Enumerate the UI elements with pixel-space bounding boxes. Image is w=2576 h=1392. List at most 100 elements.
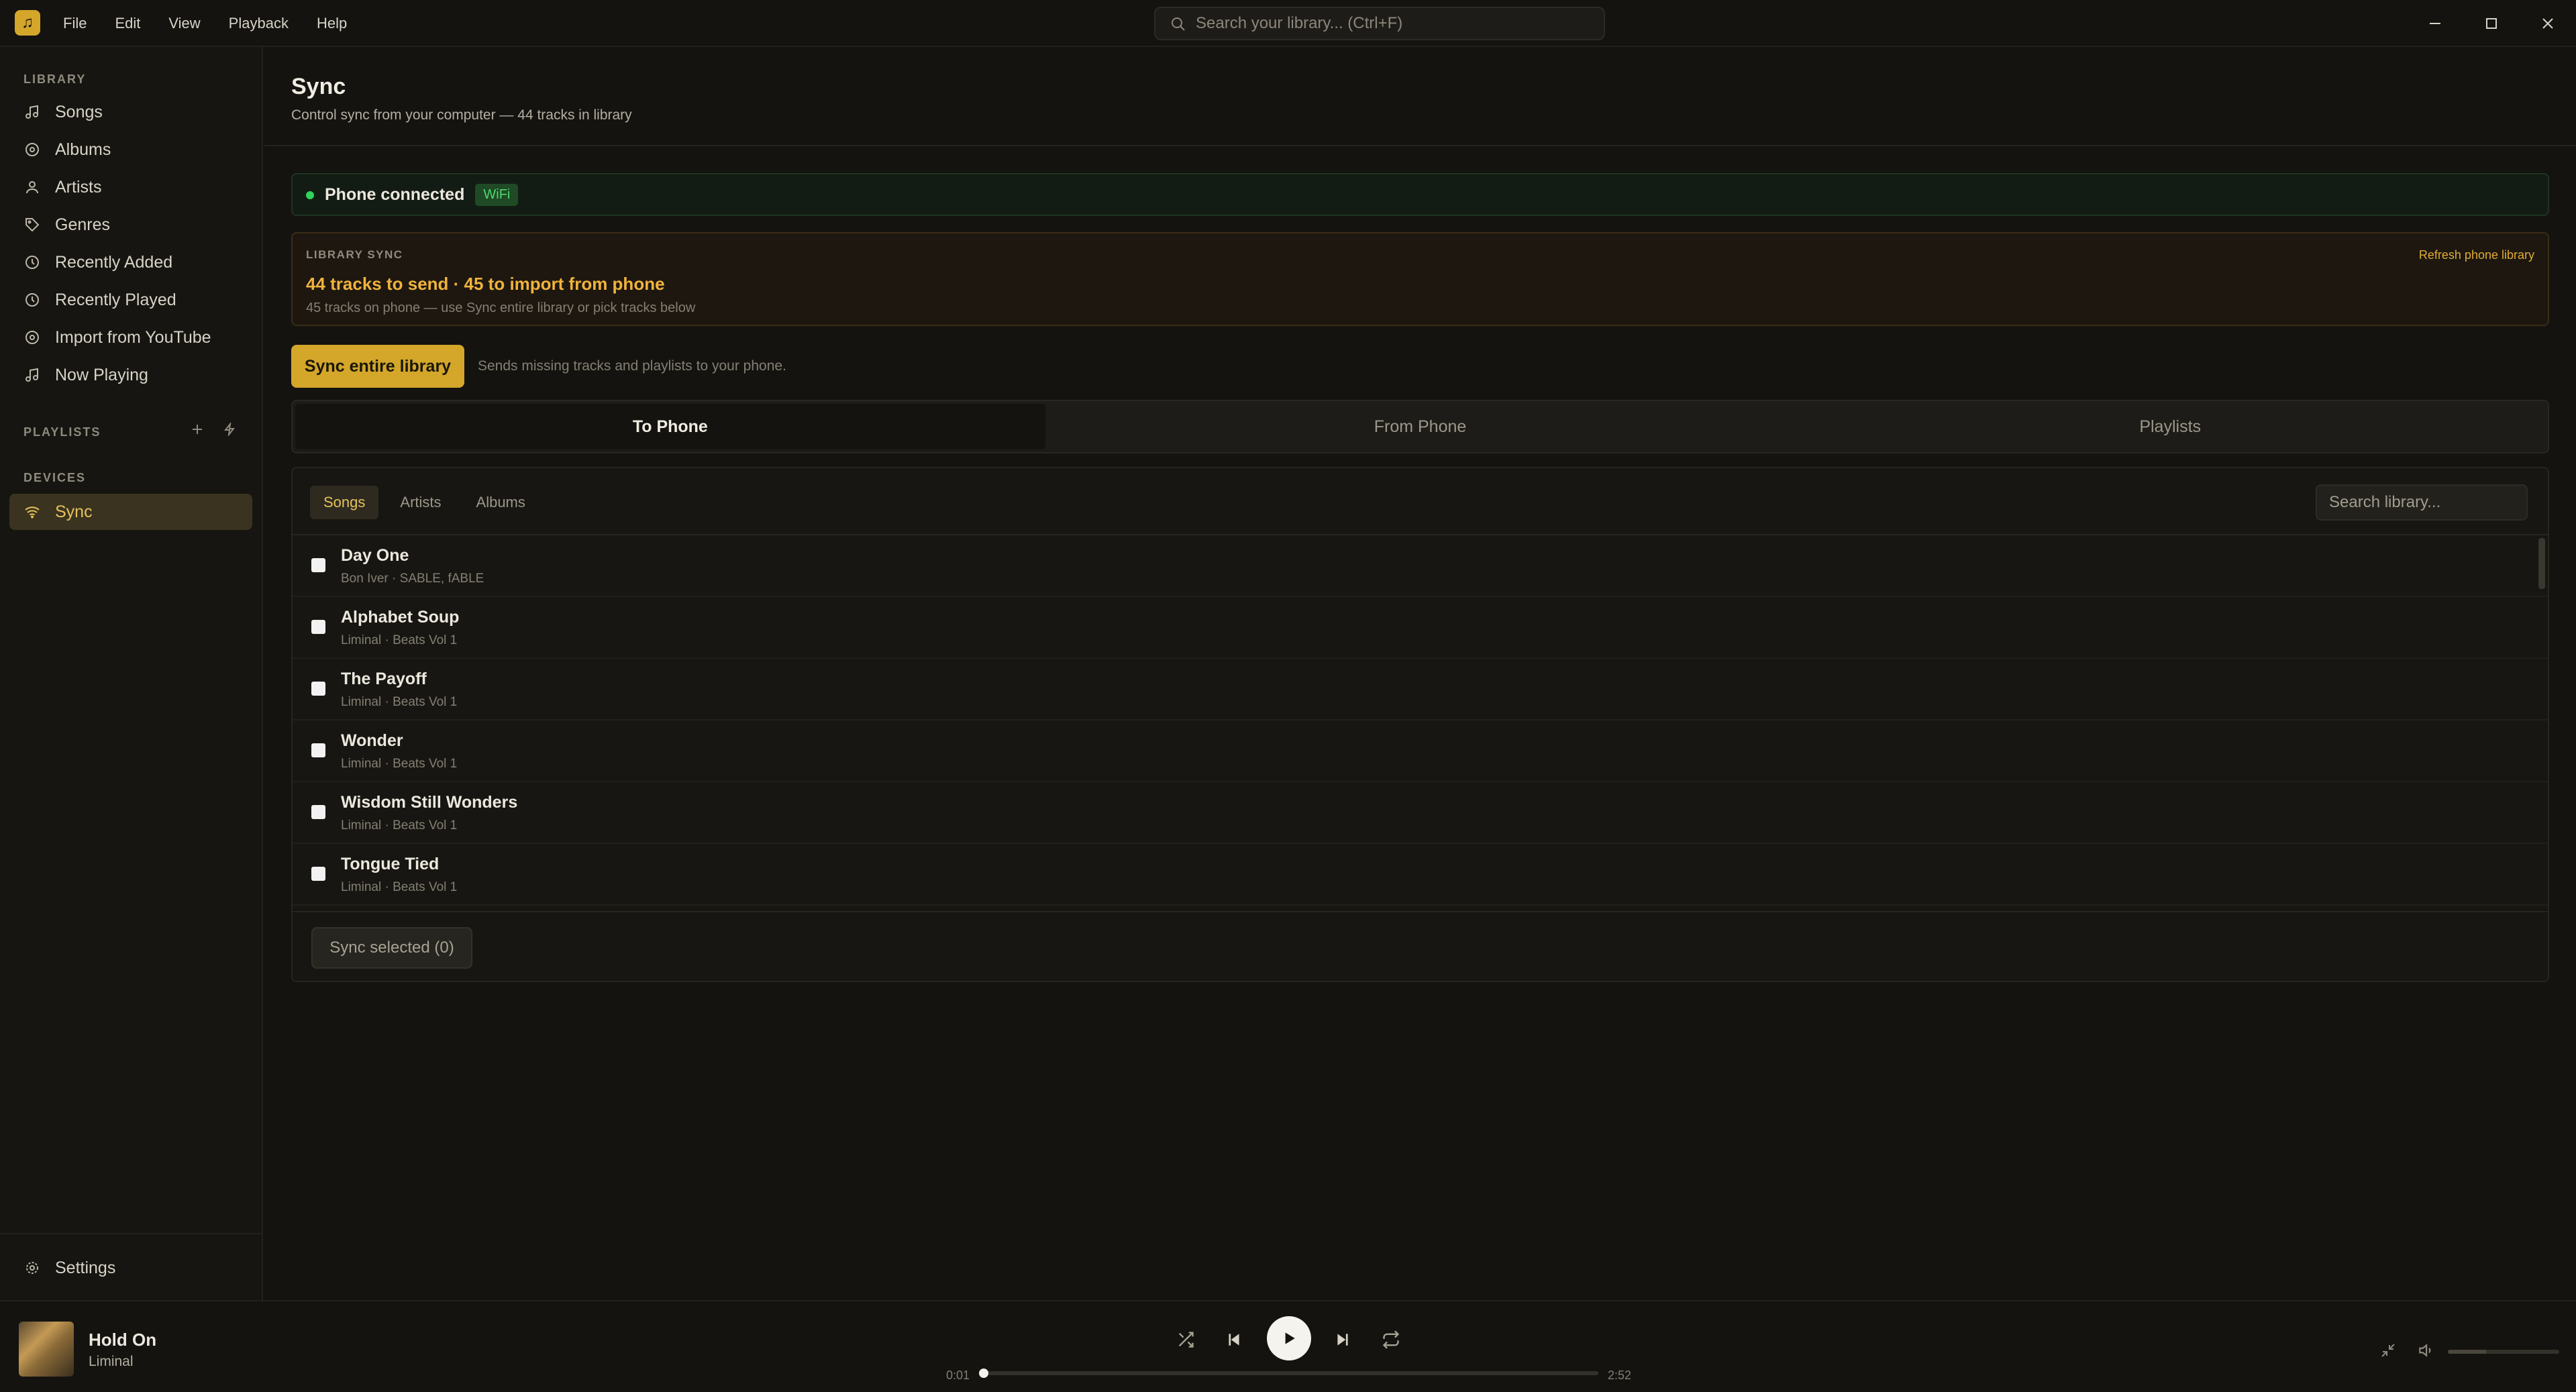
previous-button[interactable] <box>1216 1322 1252 1358</box>
track-row[interactable]: Alphabet Soup Liminal · Beats Vol 1 <box>293 597 2548 659</box>
shuffle-button[interactable] <box>1168 1322 1204 1358</box>
sidebar-item-label: Songs <box>55 102 103 121</box>
track-checkbox[interactable] <box>311 743 325 757</box>
disc-icon <box>25 331 39 344</box>
maximize-icon <box>2486 18 2497 29</box>
sidebar-item-label: Artists <box>55 177 102 197</box>
refresh-phone-library-link[interactable]: Refresh phone library <box>2419 248 2534 262</box>
search-icon <box>1172 17 1185 31</box>
next-button[interactable] <box>1325 1322 1361 1358</box>
sync-selected-button[interactable]: Sync selected (0) <box>311 927 472 969</box>
add-playlist-icon[interactable] <box>191 423 204 436</box>
gear-icon <box>26 1262 38 1274</box>
now-playing-artist: Liminal <box>89 1354 134 1369</box>
repeat-icon <box>1382 1330 1400 1349</box>
tab-from-phone[interactable]: From Phone <box>1045 404 1796 449</box>
sidebar-item-artists[interactable]: Artists <box>9 169 252 205</box>
track-row[interactable]: Tongue Tied Liminal · Beats Vol 1 <box>293 844 2548 906</box>
track-meta: Liminal · Beats Vol 1 <box>341 695 458 709</box>
skip-back-icon <box>1229 1334 1239 1346</box>
main-content: Sync Control sync from your computer — 4… <box>264 47 2576 1300</box>
subtab-artists[interactable]: Artists <box>387 486 454 519</box>
devices-section-label: DEVICES <box>23 471 87 484</box>
sync-entire-library-button[interactable]: Sync entire library <box>291 345 464 388</box>
player-bar: Hold On Liminal 0:01 2:52 <box>0 1300 2576 1392</box>
person-icon <box>26 181 38 194</box>
track-row[interactable]: Wonder Liminal · Beats Vol 1 <box>293 720 2548 782</box>
sidebar-item-sync[interactable]: Sync <box>9 494 252 530</box>
track-meta: Liminal · Beats Vol 1 <box>341 757 458 771</box>
mute-button[interactable] <box>2408 1332 2444 1369</box>
scrollbar-thumb[interactable] <box>2538 538 2545 589</box>
library-sync-label: LIBRARY SYNC <box>306 248 403 261</box>
window-controls <box>2407 0 2576 47</box>
track-checkbox[interactable] <box>311 867 325 881</box>
list-divider <box>293 911 2548 912</box>
sync-direction-tabs: To Phone From Phone Playlists <box>291 400 2549 453</box>
track-checkbox[interactable] <box>311 558 325 572</box>
progress-bar[interactable] <box>978 1369 1598 1378</box>
sidebar-item-recently-added[interactable]: Recently Added <box>9 244 252 280</box>
track-checkbox[interactable] <box>311 682 325 696</box>
minimize-button[interactable] <box>2407 0 2463 47</box>
page-subtitle: Control sync from your computer — 44 tra… <box>291 107 632 123</box>
clock-icon <box>25 293 39 307</box>
track-title: Wonder <box>341 731 403 750</box>
sidebar-item-genres[interactable]: Genres <box>9 207 252 243</box>
album-art[interactable] <box>19 1322 74 1377</box>
track-row[interactable]: Wisdom Still Wonders Liminal · Beats Vol… <box>293 782 2548 844</box>
subtab-songs[interactable]: Songs <box>310 486 379 519</box>
track-list: Day One Bon Iver · SABLE, fABLE Alphabet… <box>293 535 2548 911</box>
repeat-button[interactable] <box>1373 1322 1409 1358</box>
close-icon <box>2542 18 2553 29</box>
menu-view[interactable]: View <box>168 15 200 32</box>
sidebar-item-songs[interactable]: Songs <box>9 94 252 130</box>
play-button[interactable] <box>1267 1316 1311 1360</box>
sidebar-item-settings[interactable]: Settings <box>9 1250 252 1286</box>
connection-type-badge: WiFi <box>475 183 519 206</box>
track-checkbox[interactable] <box>311 805 325 819</box>
minimize-arrows-icon <box>2381 1344 2395 1357</box>
music-note-icon <box>25 105 38 119</box>
sidebar-item-label: Genres <box>55 215 110 234</box>
title-bar: ♫ File Edit View Playback Help <box>0 0 2576 47</box>
track-checkbox[interactable] <box>311 620 325 634</box>
library-search-input[interactable] <box>2316 484 2528 521</box>
sidebar-item-label: Albums <box>55 140 111 159</box>
track-title: The Payoff <box>341 670 427 688</box>
sidebar-item-recently-played[interactable]: Recently Played <box>9 282 252 318</box>
track-row[interactable]: Day One Bon Iver · SABLE, fABLE <box>293 535 2548 597</box>
global-search-input[interactable] <box>1196 14 1604 33</box>
connection-status-bar: Phone connected WiFi <box>291 173 2549 216</box>
library-sync-card: LIBRARY SYNC 44 tracks to send · 45 to i… <box>291 232 2549 326</box>
volume-slider[interactable] <box>2448 1350 2559 1354</box>
sidebar-item-now-playing[interactable]: Now Playing <box>9 357 252 393</box>
sync-entire-library-hint: Sends missing tracks and playlists to yo… <box>478 358 786 374</box>
tab-playlists[interactable]: Playlists <box>1795 404 2545 449</box>
maximize-button[interactable] <box>2463 0 2520 47</box>
menu-edit[interactable]: Edit <box>115 15 140 32</box>
sidebar-item-albums[interactable]: Albums <box>9 131 252 168</box>
close-button[interactable] <box>2520 0 2576 47</box>
menu-playback[interactable]: Playback <box>229 15 289 32</box>
play-icon <box>1285 1332 1295 1344</box>
menu-help[interactable]: Help <box>317 15 347 32</box>
menu-file[interactable]: File <box>63 15 87 32</box>
track-picker-panel: Songs Artists Albums Day One Bon Iver · … <box>291 467 2549 982</box>
track-title: Wisdom Still Wonders <box>341 793 518 812</box>
sidebar-divider <box>0 1233 263 1234</box>
subtab-albums[interactable]: Albums <box>463 486 539 519</box>
tag-icon <box>25 218 40 232</box>
smart-playlist-icon[interactable] <box>223 423 236 436</box>
mini-player-button[interactable] <box>2370 1332 2406 1369</box>
tab-to-phone[interactable]: To Phone <box>295 404 1045 449</box>
sidebar-item-import-youtube[interactable]: Import from YouTube <box>9 319 252 356</box>
track-row[interactable]: The Payoff Liminal · Beats Vol 1 <box>293 659 2548 720</box>
total-time: 2:52 <box>1608 1369 1632 1382</box>
clock-icon <box>25 256 39 269</box>
progress-handle[interactable] <box>978 1369 988 1378</box>
now-playing-title: Hold On <box>89 1330 157 1350</box>
menu-bar: File Edit View Playback Help <box>63 0 347 47</box>
app-logo: ♫ <box>15 10 40 36</box>
track-meta: Liminal · Beats Vol 1 <box>341 818 458 833</box>
